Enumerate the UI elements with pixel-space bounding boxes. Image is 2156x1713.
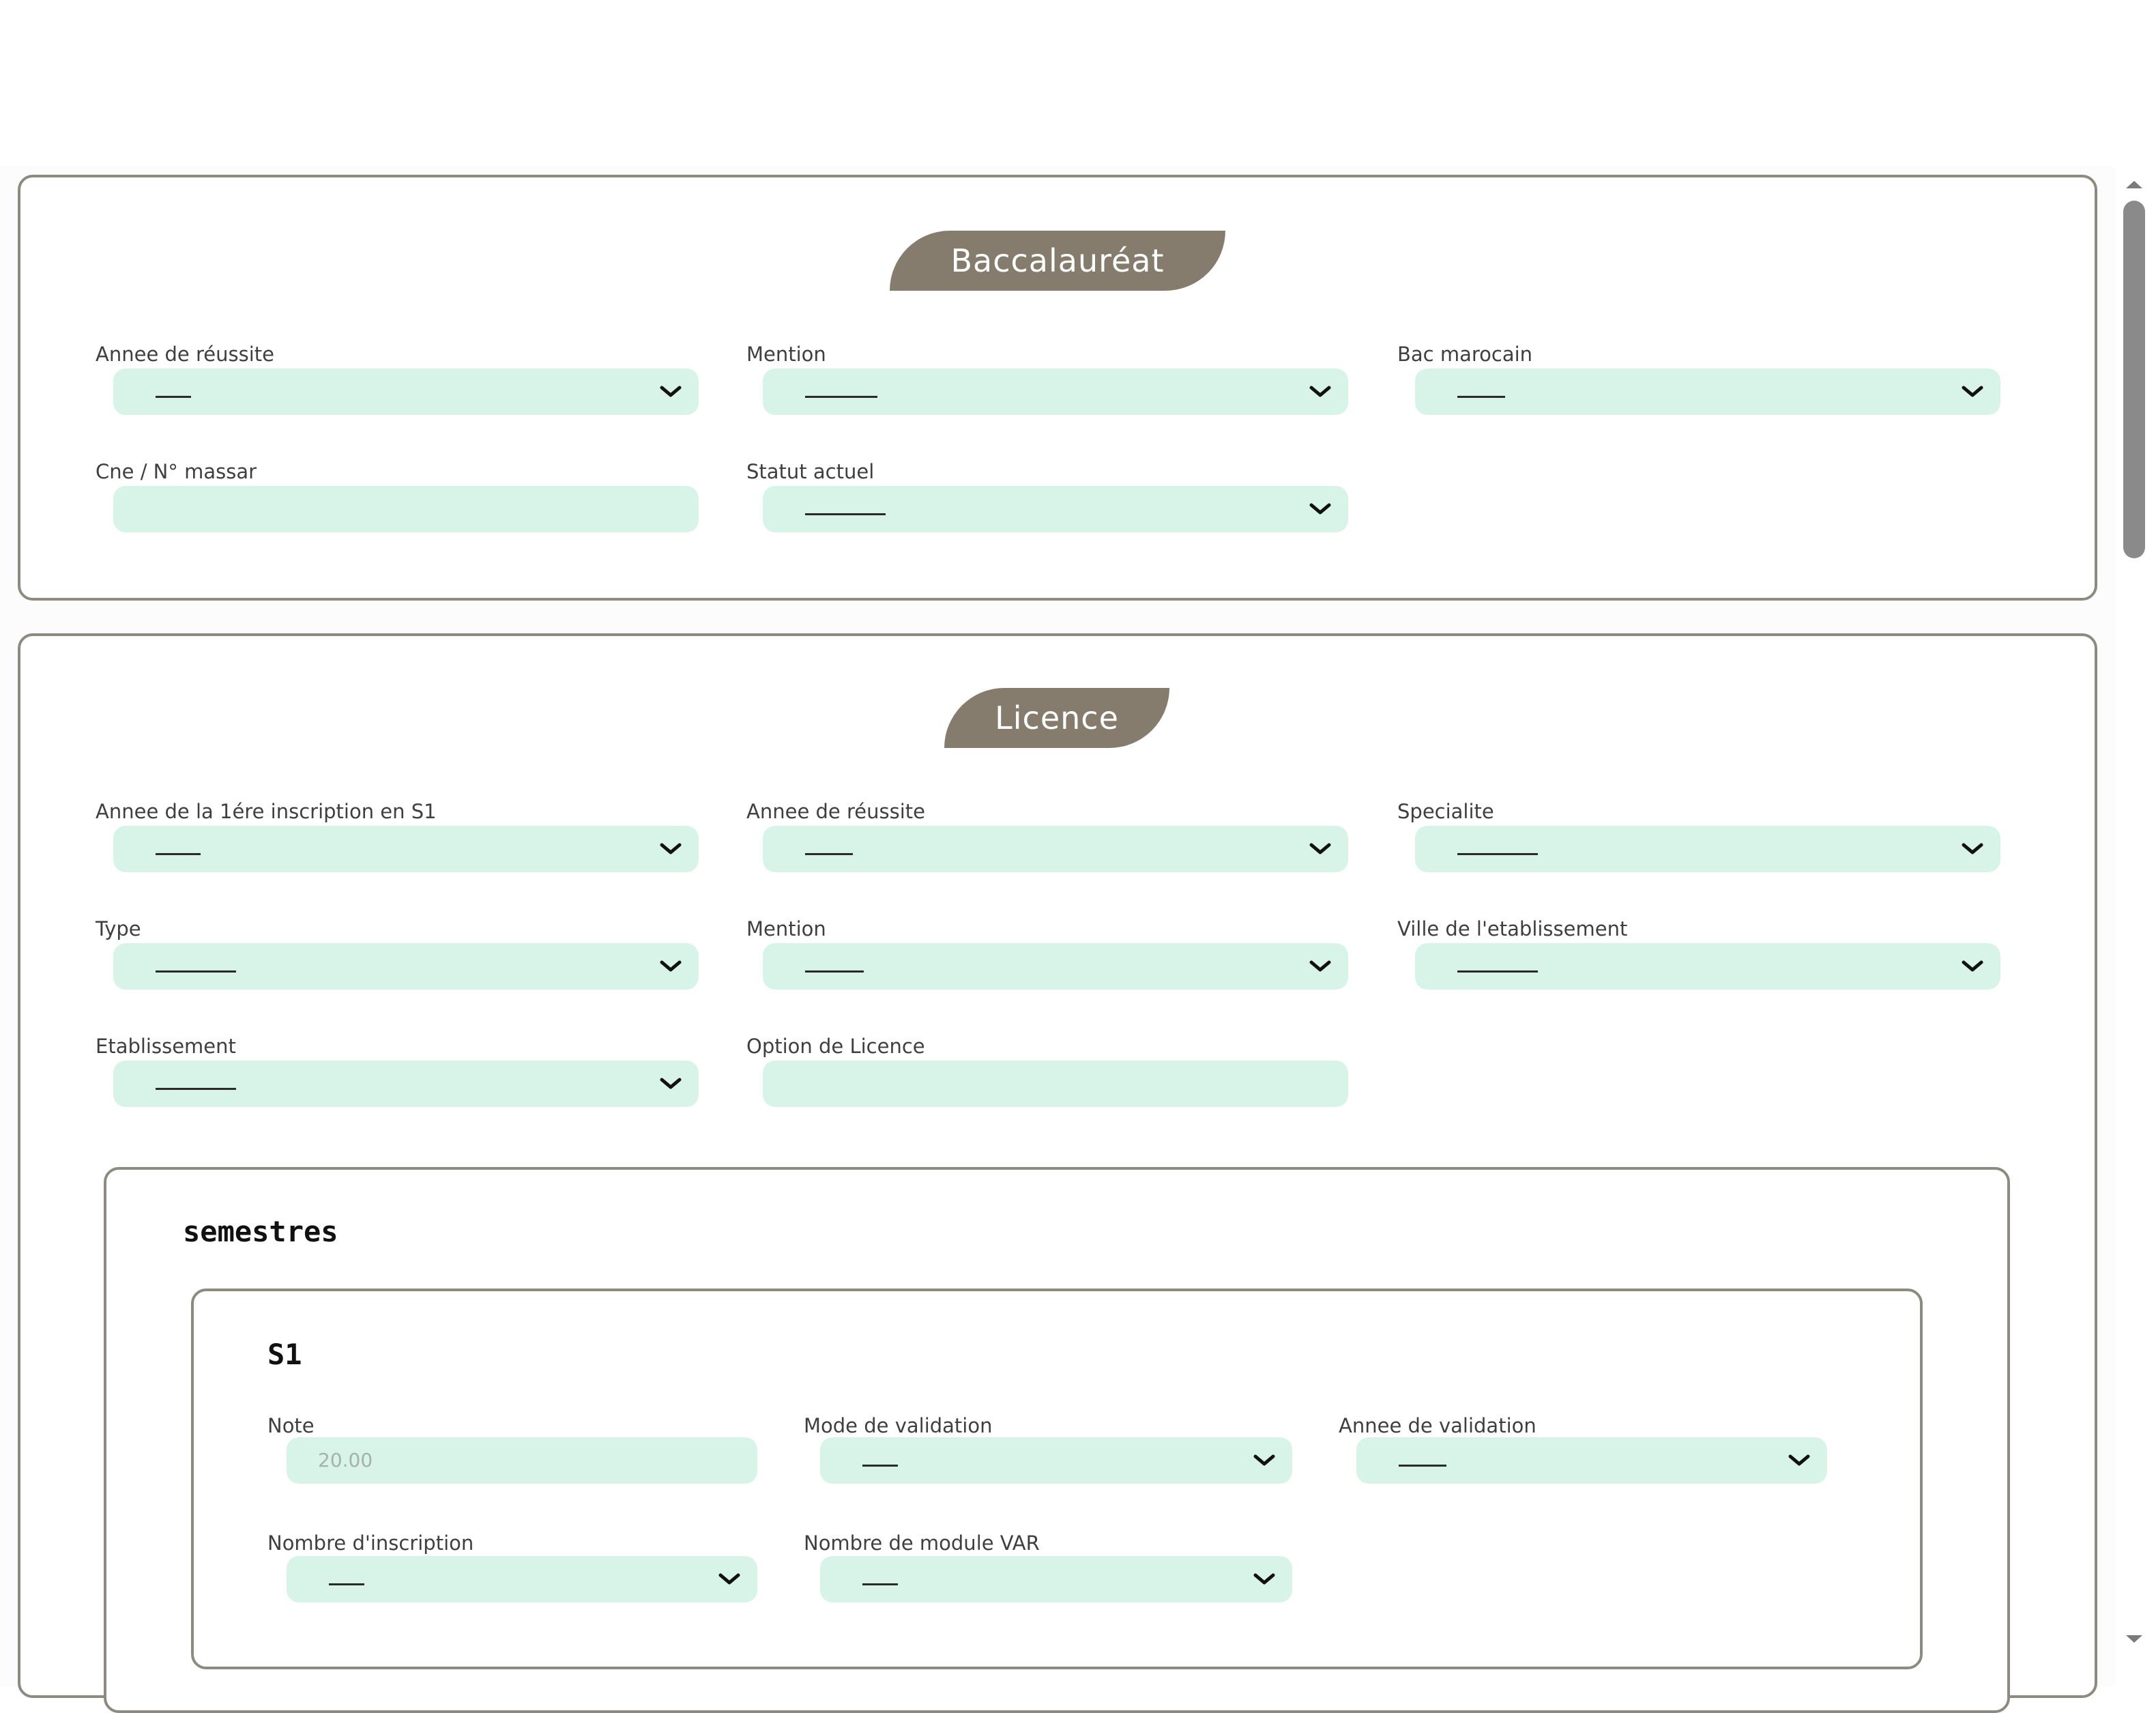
cne-input[interactable]: [113, 486, 699, 532]
baccalaureat-title: Baccalauréat: [890, 231, 1225, 291]
select-value: [1457, 970, 1538, 973]
s1-title: S1: [267, 1338, 302, 1371]
mention-label: Mention: [746, 343, 826, 366]
top-header-area: [0, 0, 2156, 167]
select-value: [156, 396, 191, 398]
nombre-module-var-label: Nombre de module VAR: [804, 1531, 1040, 1555]
specialite-label: Specialite: [1397, 800, 1494, 823]
option-licence-input[interactable]: [763, 1061, 1348, 1107]
annee-reussite-select[interactable]: [113, 369, 699, 415]
select-value: [805, 970, 864, 973]
mode-validation-label: Mode de validation: [804, 1414, 993, 1437]
cne-label: Cne / N° massar: [96, 460, 257, 483]
statut-actuel-select[interactable]: [763, 486, 1348, 532]
mention-select[interactable]: [763, 369, 1348, 415]
nombre-inscription-label: Nombre d'inscription: [267, 1531, 474, 1555]
annee-validation-label: Annee de validation: [1339, 1414, 1536, 1437]
licence-mention-label: Mention: [746, 917, 826, 940]
select-value: [329, 1583, 364, 1585]
ville-etablissement-label: Ville de l'etablissement: [1397, 917, 1628, 940]
nombre-module-var-select[interactable]: [820, 1556, 1292, 1602]
arrow-down-icon[interactable]: [2123, 1634, 2145, 1645]
select-value: [862, 1465, 898, 1467]
specialite-select[interactable]: [1415, 826, 2000, 872]
bac-marocain-select[interactable]: [1415, 369, 2000, 415]
option-licence-label: Option de Licence: [746, 1035, 925, 1058]
chevron-down-icon: [660, 843, 682, 854]
chevron-down-icon: [1253, 1454, 1275, 1466]
chevron-down-icon: [660, 960, 682, 972]
chevron-down-icon: [1309, 386, 1331, 397]
ville-etablissement-select[interactable]: [1415, 943, 2000, 990]
nombre-inscription-select[interactable]: [287, 1556, 757, 1602]
select-value: [862, 1583, 898, 1585]
annee-1ere-inscription-select[interactable]: [113, 826, 699, 872]
select-value: [805, 513, 886, 515]
licence-mention-select[interactable]: [763, 943, 1348, 990]
licence-title: Licence: [944, 688, 1169, 748]
chevron-down-icon: [1253, 1573, 1275, 1585]
chevron-down-icon: [1962, 843, 1983, 854]
chevron-down-icon: [660, 1078, 682, 1089]
select-value: [805, 396, 877, 398]
chevron-down-icon: [1788, 1454, 1810, 1466]
etablissement-label: Etablissement: [96, 1035, 236, 1058]
type-label: Type: [96, 917, 141, 940]
statut-actuel-label: Statut actuel: [746, 460, 875, 483]
licence-annee-reussite-label: Annee de réussite: [746, 800, 925, 823]
bac-marocain-label: Bac marocain: [1397, 343, 1533, 366]
scrollbar-thumb[interactable]: [2123, 201, 2145, 558]
select-value: [1457, 396, 1505, 398]
chevron-down-icon: [1309, 503, 1331, 515]
licence-annee-reussite-select[interactable]: [763, 826, 1348, 872]
select-value: [1399, 1465, 1446, 1467]
annee-1ere-inscription-label: Annee de la 1ére inscription en S1: [96, 800, 437, 823]
select-value: [156, 970, 236, 973]
mode-validation-select[interactable]: [820, 1437, 1292, 1484]
chevron-down-icon: [718, 1573, 740, 1585]
annee-reussite-label: Annee de réussite: [96, 343, 274, 366]
select-value: [805, 853, 853, 855]
arrow-up-icon[interactable]: [2123, 179, 2145, 190]
etablissement-select[interactable]: [113, 1061, 699, 1107]
chevron-down-icon: [1309, 960, 1331, 972]
select-value: [1457, 853, 1538, 855]
select-value: [156, 1088, 236, 1090]
note-label: Note: [267, 1414, 315, 1437]
chevron-down-icon: [1962, 386, 1983, 397]
chevron-down-icon: [1962, 960, 1983, 972]
annee-validation-select[interactable]: [1356, 1437, 1827, 1484]
semestres-title: semestres: [183, 1215, 338, 1248]
type-select[interactable]: [113, 943, 699, 990]
chevron-down-icon: [660, 386, 682, 397]
select-value: [156, 853, 201, 855]
note-input[interactable]: 20.00: [287, 1437, 757, 1484]
chevron-down-icon: [1309, 843, 1331, 854]
note-placeholder: 20.00: [318, 1449, 373, 1471]
